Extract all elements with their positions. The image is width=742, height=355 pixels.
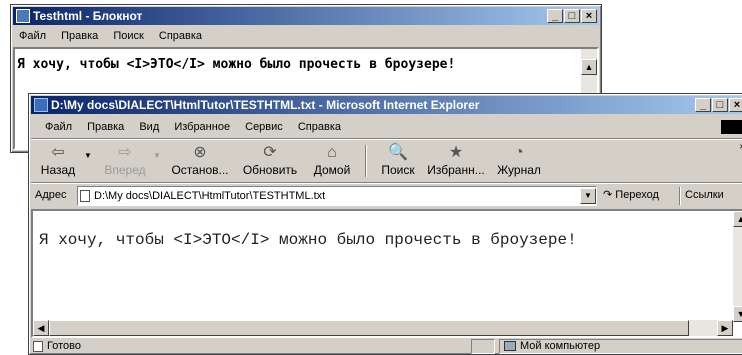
address-dropdown[interactable]: ▼ — [580, 188, 596, 204]
favorites-label: Избранн... — [427, 163, 485, 177]
ie-title: D:\My docs\DIALECT\HtmlTutor\TESTHTML.tx… — [51, 98, 480, 112]
ie-scroll-down-button[interactable]: ▼ — [733, 306, 742, 322]
history-label: Журнал — [497, 163, 541, 177]
arrow-right-icon: ⇨ — [118, 144, 132, 161]
ie-hscrollbar[interactable]: ◀ ▶ — [33, 320, 733, 336]
ie-hscroll-thumb[interactable] — [49, 320, 689, 336]
home-icon: ⌂ — [327, 144, 337, 161]
refresh-icon: ⟳ — [263, 144, 277, 161]
search-icon: 🔍 — [388, 144, 408, 161]
search-button[interactable]: 🔍 Поиск — [373, 141, 423, 177]
home-label: Домой — [313, 163, 351, 177]
status-text: Готово — [47, 340, 81, 352]
ie-scroll-up-button[interactable]: ▲ — [733, 211, 742, 227]
links-button[interactable]: Ссылки — [685, 189, 724, 201]
notepad-menu-edit[interactable]: Правка — [55, 27, 104, 45]
toolbar-separator — [365, 145, 367, 177]
ie-toolbar-divider — [31, 182, 742, 184]
scroll-up-button[interactable]: ▲ — [581, 59, 597, 75]
notepad-text: Я хочу, чтобы <I>ЭТО</I> можно было проч… — [17, 57, 456, 72]
ie-toolbar: ⇦ Назад ▼ ⇨ Вперед ▼ ⊗ Останов... ⟳ Обно… — [31, 141, 742, 181]
address-input[interactable]: D:\My docs\DIALECT\HtmlTutor\TESTHTML.tx… — [77, 186, 597, 206]
maximize-button[interactable]: □ — [564, 9, 580, 23]
ie-scroll-left-button[interactable]: ◀ — [33, 320, 49, 336]
ie-app-icon — [34, 98, 48, 112]
stop-icon: ⊗ — [193, 144, 207, 161]
ie-address-bar: Адрес D:\My docs\DIALECT\HtmlTutor\TESTH… — [31, 185, 742, 207]
forward-button[interactable]: ⇨ Вперед — [99, 141, 151, 177]
stop-button[interactable]: ⊗ Останов... — [167, 141, 233, 177]
address-separator — [679, 187, 681, 205]
minimize-button[interactable]: _ — [547, 9, 563, 23]
favorites-button[interactable]: ★ Избранн... — [425, 141, 487, 177]
back-button[interactable]: ⇦ Назад — [35, 141, 81, 177]
go-button[interactable]: ↷ Переход — [603, 188, 659, 201]
ie-scroll-right-button[interactable]: ▶ — [717, 320, 733, 336]
status-zone-text: Мой компьютер — [520, 340, 601, 352]
ie-content-pane[interactable]: Я хочу, чтобы <I>ЭТО</I> можно было проч… — [31, 209, 742, 338]
history-button[interactable]: ◔ Журнал — [491, 141, 547, 177]
refresh-label: Обновить — [242, 163, 298, 177]
home-button[interactable]: ⌂ Домой — [307, 141, 357, 177]
ie-menu-file[interactable]: Файл — [39, 118, 78, 136]
notepad-menu-search[interactable]: Поиск — [107, 27, 149, 45]
search-label: Поиск — [381, 163, 415, 177]
back-label: Назад — [40, 163, 76, 177]
ie-menu-tools[interactable]: Сервис — [239, 118, 289, 136]
ie-menubar: Файл Правка Вид Избранное Сервис Справка — [39, 118, 742, 136]
notepad-menu-file[interactable]: Файл — [13, 27, 52, 45]
ie-menu-favorites[interactable]: Избранное — [168, 118, 236, 136]
history-icon: ◔ — [514, 144, 524, 161]
forward-label: Вперед — [104, 163, 146, 177]
ie-minimize-button[interactable]: _ — [695, 98, 711, 112]
ie-statusbar: Готово Мой компьютер — [31, 339, 742, 355]
refresh-button[interactable]: ⟳ Обновить — [237, 141, 303, 177]
notepad-title: Testhtml - Блокнот — [33, 9, 143, 23]
address-label: Адрес — [35, 189, 67, 201]
go-label: Переход — [615, 189, 659, 201]
ie-titlebar[interactable]: D:\My docs\DIALECT\HtmlTutor\TESTHTML.tx… — [31, 96, 742, 114]
forward-dropdown[interactable]: ▼ — [153, 151, 161, 160]
notepad-menubar: Файл Правка Поиск Справка — [13, 27, 599, 45]
ie-window: D:\My docs\DIALECT\HtmlTutor\TESTHTML.tx… — [28, 93, 742, 355]
page-icon — [80, 190, 90, 202]
notepad-titlebar[interactable]: Testhtml - Блокнот _ □ × — [13, 7, 599, 25]
status-page-icon — [33, 341, 43, 352]
back-dropdown[interactable]: ▼ — [84, 151, 92, 160]
ie-menu-help[interactable]: Справка — [292, 118, 347, 136]
go-arrow-icon: ↷ — [603, 189, 613, 201]
ie-menu-edit[interactable]: Правка — [81, 118, 130, 136]
favorites-icon: ★ — [448, 144, 464, 161]
ie-menu-view[interactable]: Вид — [133, 118, 165, 136]
ie-maximize-button[interactable]: □ — [712, 98, 728, 112]
ie-close-button[interactable]: × — [729, 98, 742, 112]
computer-icon — [504, 341, 516, 351]
stop-label: Останов... — [171, 163, 229, 177]
ie-menubar-divider — [31, 138, 742, 140]
notepad-app-icon — [16, 9, 30, 23]
notepad-menu-help[interactable]: Справка — [153, 27, 208, 45]
close-button[interactable]: × — [581, 9, 597, 23]
ie-vscrollbar[interactable]: ▲ ▼ — [733, 211, 742, 322]
arrow-left-icon: ⇦ — [51, 144, 65, 161]
ie-page-text: Я хочу, чтобы <I>ЭТО</I> можно было проч… — [39, 231, 577, 249]
ie-throbber — [721, 120, 742, 134]
address-text: D:\My docs\DIALECT\HtmlTutor\TESTHTML.tx… — [94, 190, 326, 202]
